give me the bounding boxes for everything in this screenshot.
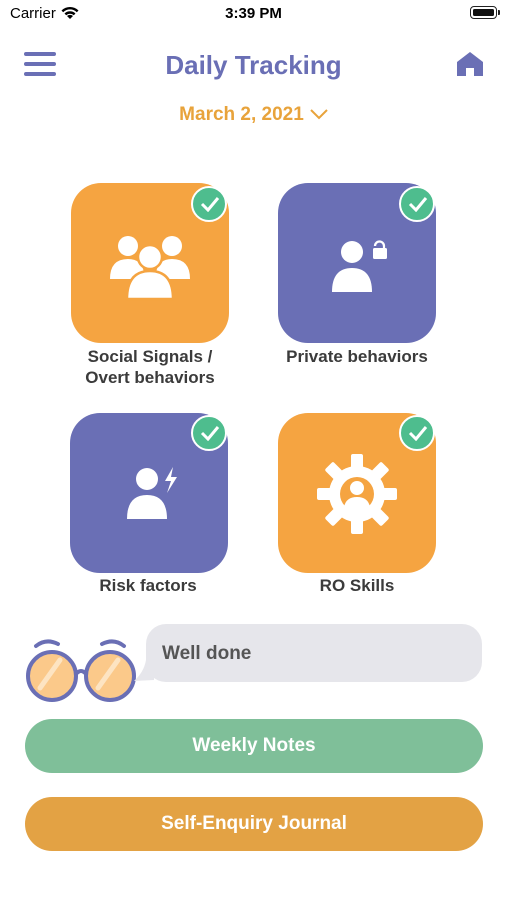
completed-check-icon [399, 186, 435, 222]
battery-tip [498, 10, 500, 15]
status-time: 3:39 PM [225, 5, 282, 22]
person-lock-icon [332, 240, 387, 292]
tile-label-risk-factors: Risk factors [99, 576, 197, 595]
tile-label-ro-skills: RO Skills [319, 576, 395, 595]
page-title: Daily Tracking [165, 50, 342, 80]
group-icon [110, 236, 190, 301]
tile-label-private-behaviors: Private behaviors [286, 347, 428, 366]
gear-person-icon [317, 454, 397, 534]
date-selector[interactable]: March 2, 2021 [0, 104, 507, 126]
tile-label-social-signals: Social Signals / Overt behaviors [55, 346, 245, 388]
completed-check-icon [399, 415, 435, 451]
glasses-icon [24, 636, 139, 709]
chevron-down-icon [310, 109, 328, 120]
status-bar: Carrier 3:39 PM [0, 0, 507, 30]
completed-check-icon [191, 415, 227, 451]
battery-icon [470, 6, 497, 19]
weekly-notes-button[interactable]: Weekly Notes [25, 719, 483, 773]
completed-check-icon [191, 186, 227, 222]
date-label: March 2, 2021 [179, 104, 304, 125]
home-icon[interactable] [456, 51, 484, 77]
feedback-message: Well done [162, 643, 252, 664]
self-enquiry-journal-button[interactable]: Self-Enquiry Journal [25, 797, 483, 851]
person-bolt-icon [127, 467, 177, 519]
tile-label-line: Overt behaviors [85, 368, 215, 387]
tile-label-line: Social Signals / [87, 347, 213, 366]
